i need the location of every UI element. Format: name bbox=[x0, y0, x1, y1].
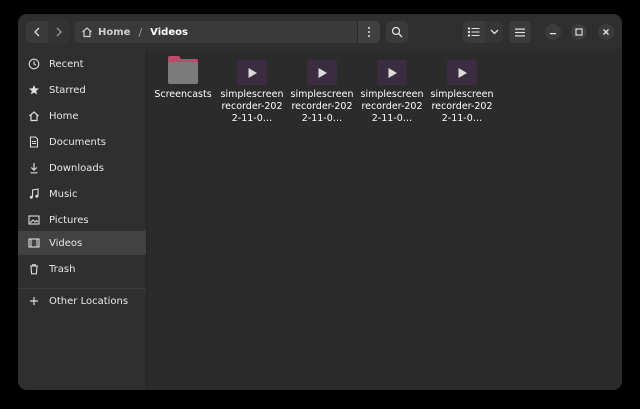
sidebar-item-label: Documents bbox=[49, 136, 107, 148]
video-file-icon bbox=[447, 60, 477, 85]
file-item-folder[interactable]: Screencasts bbox=[150, 53, 216, 101]
close-button[interactable] bbox=[598, 24, 614, 40]
home-icon bbox=[27, 109, 41, 123]
path-home-button[interactable]: Home bbox=[75, 26, 130, 38]
folder-icon bbox=[150, 53, 216, 85]
sidebar-item-label: Home bbox=[49, 110, 79, 122]
video-file-icon bbox=[307, 60, 337, 85]
file-name: Screencasts bbox=[154, 89, 212, 100]
file-manager-window: Home / Videos Recent Starred Home Docume… bbox=[18, 14, 622, 390]
music-icon bbox=[27, 187, 41, 201]
chevron-down-icon bbox=[490, 29, 498, 35]
sidebar-item-other-locations[interactable]: Other Locations bbox=[18, 289, 146, 313]
file-name: simplescreenrecorder-2022-11-0… bbox=[220, 89, 284, 124]
list-view-button[interactable] bbox=[463, 21, 485, 43]
document-icon bbox=[27, 135, 41, 149]
sidebar-item-documents[interactable]: Documents bbox=[18, 130, 146, 154]
sidebar-item-home[interactable]: Home bbox=[18, 104, 146, 128]
path-menu-button[interactable] bbox=[357, 21, 380, 43]
sidebar-item-label: Downloads bbox=[49, 162, 104, 174]
file-name: simplescreenrecorder-2022-11-0… bbox=[430, 89, 494, 124]
play-icon bbox=[458, 67, 467, 78]
vertical-dots-icon bbox=[368, 27, 370, 37]
list-view-icon bbox=[468, 27, 480, 37]
sidebar-item-music[interactable]: Music bbox=[18, 182, 146, 206]
sidebar-item-label: Other Locations bbox=[49, 295, 129, 307]
file-item-video[interactable]: simplescreenrecorder-2022-11-0… bbox=[219, 53, 285, 125]
sidebar-item-pictures[interactable]: Pictures bbox=[18, 208, 146, 232]
video-file-icon bbox=[377, 60, 407, 85]
maximize-button[interactable] bbox=[571, 24, 587, 40]
video-icon bbox=[27, 236, 41, 250]
search-icon bbox=[391, 26, 403, 38]
path-current-folder[interactable]: Videos bbox=[150, 27, 188, 38]
minimize-icon bbox=[550, 33, 556, 35]
picture-icon bbox=[27, 213, 41, 227]
hamburger-menu-icon bbox=[515, 28, 525, 36]
home-icon bbox=[82, 27, 92, 38]
path-separator: / bbox=[138, 25, 143, 39]
file-item-video[interactable]: simplescreenrecorder-2022-11-0… bbox=[359, 53, 425, 125]
minimize-button[interactable] bbox=[545, 24, 561, 40]
main-menu-button[interactable] bbox=[509, 21, 531, 43]
sidebar-item-label: Videos bbox=[49, 237, 83, 249]
path-home-label: Home bbox=[98, 26, 131, 38]
sidebar-item-starred[interactable]: Starred bbox=[18, 78, 146, 102]
sidebar-item-label: Trash bbox=[49, 263, 76, 275]
plus-icon bbox=[27, 294, 41, 308]
maximize-icon bbox=[575, 28, 583, 36]
sidebar-item-videos[interactable]: Videos bbox=[18, 231, 146, 255]
video-file-icon bbox=[237, 60, 267, 85]
sidebar-item-label: Pictures bbox=[49, 214, 89, 226]
star-icon bbox=[27, 83, 41, 97]
sidebar-item-label: Music bbox=[49, 188, 78, 200]
forward-button[interactable] bbox=[48, 21, 70, 43]
search-button[interactable] bbox=[386, 21, 408, 43]
sidebar-item-label: Recent bbox=[49, 58, 84, 70]
file-item-video[interactable]: simplescreenrecorder-2022-11-0… bbox=[289, 53, 355, 125]
back-button[interactable] bbox=[26, 21, 48, 43]
sidebar-item-label: Starred bbox=[49, 84, 86, 96]
header-bar: Home / Videos bbox=[18, 14, 622, 49]
clock-icon bbox=[27, 57, 41, 71]
sidebar-item-recent[interactable]: Recent bbox=[18, 52, 146, 76]
file-item-video[interactable]: simplescreenrecorder-2022-11-0… bbox=[429, 53, 495, 125]
play-icon bbox=[318, 67, 327, 78]
file-name: simplescreenrecorder-2022-11-0… bbox=[290, 89, 354, 124]
chevron-right-icon bbox=[56, 27, 62, 37]
file-name: simplescreenrecorder-2022-11-0… bbox=[360, 89, 424, 124]
file-grid: Screencasts simplescreenrecorder-2022-11… bbox=[147, 49, 622, 390]
sidebar-item-downloads[interactable]: Downloads bbox=[18, 156, 146, 180]
sidebar: Recent Starred Home Documents Downloads … bbox=[18, 49, 147, 390]
download-icon bbox=[27, 161, 41, 175]
play-icon bbox=[388, 67, 397, 78]
sidebar-item-trash[interactable]: Trash bbox=[18, 257, 146, 281]
view-options-dropdown[interactable] bbox=[485, 21, 503, 43]
close-icon bbox=[603, 29, 609, 35]
trash-icon bbox=[27, 262, 41, 276]
play-icon bbox=[248, 67, 257, 78]
path-bar: Home / Videos bbox=[75, 21, 380, 43]
chevron-left-icon bbox=[34, 27, 40, 37]
